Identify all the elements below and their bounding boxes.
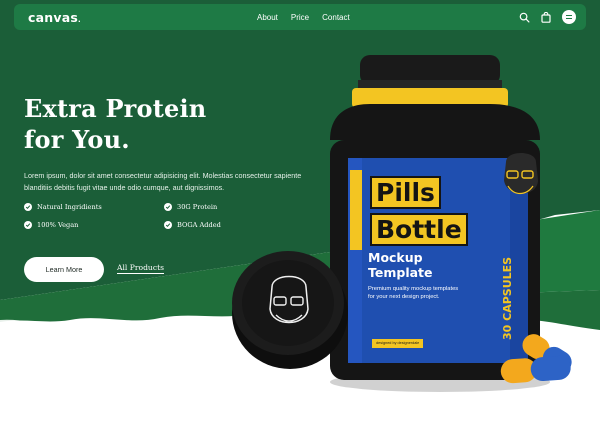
label-bottle: Bottle: [370, 213, 468, 246]
product-label: Pills Bottle: [370, 176, 468, 246]
designed-by-tag: designed by designerdale: [372, 339, 424, 348]
premium-line-1: Premium quality mockup templates: [368, 286, 459, 292]
label-pills: Pills: [370, 176, 441, 209]
product-illustration: [232, 55, 572, 392]
mockup-line-1: Mockup: [368, 250, 423, 265]
face-illustration: [504, 153, 538, 195]
hero-section: canvas. About Price Contact Extra Protei…: [0, 0, 600, 432]
capsule-count: 30 CAPSULES: [501, 256, 514, 340]
mockup-line-2: Template: [368, 265, 433, 280]
premium-line-2: for your next design project.: [368, 294, 440, 300]
mockup-subtitle: Premium quality mockup templates for you…: [368, 285, 498, 301]
mockup-title: Mockup Template: [368, 250, 488, 280]
